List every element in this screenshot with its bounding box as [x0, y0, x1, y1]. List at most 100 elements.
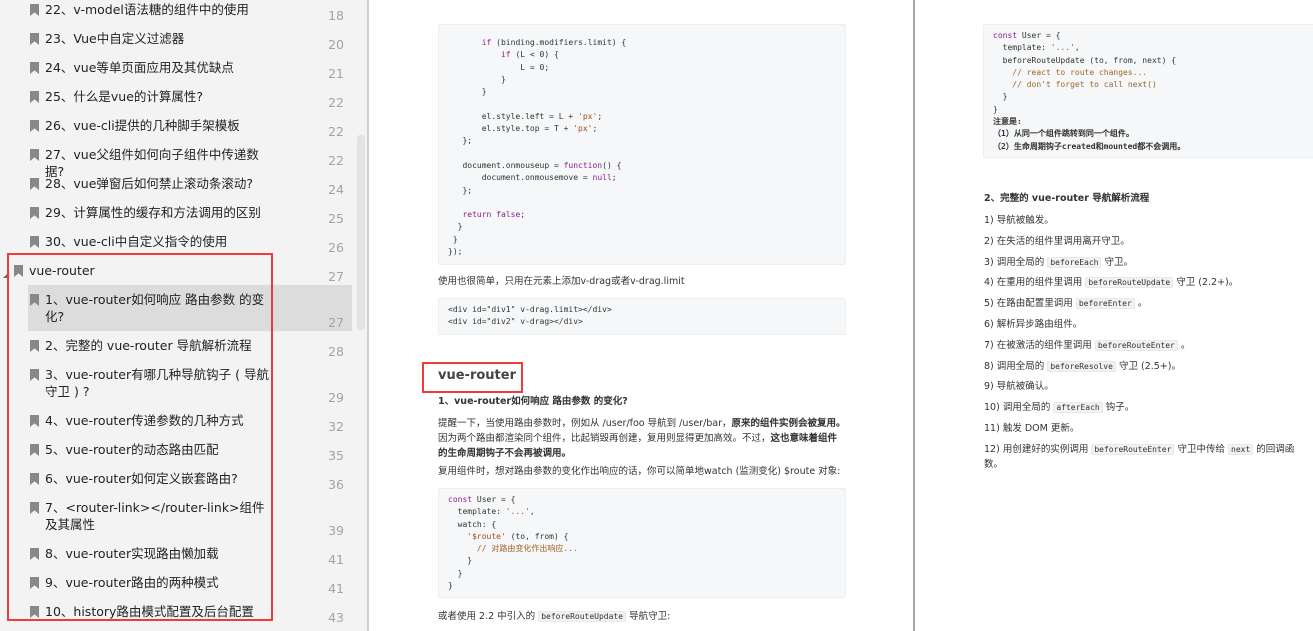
- code-block-usage: <div id="div1" v-drag.limit></div> <div i…: [438, 298, 846, 335]
- step-text: 1) 导航被触发。: [984, 215, 1054, 226]
- code-line: el.style.top = T + 'px';: [448, 124, 598, 134]
- code-line: L = 0;: [448, 62, 550, 72]
- nav-step: 10) 调用全局的 afterEach 钩子。: [984, 400, 1134, 415]
- nav-step: 3) 调用全局的 beforeEach 守卫。: [984, 255, 1133, 270]
- step-text: 钩子。: [1105, 402, 1135, 414]
- sidebar-divider[interactable]: [367, 0, 369, 631]
- step-text: 。: [1137, 298, 1148, 310]
- nav-step: 9) 导航被确认。: [984, 379, 1054, 394]
- step-text: 守卫 (2.2+)。: [1176, 277, 1239, 289]
- code-line: }: [448, 556, 473, 566]
- code-line: const User = {: [448, 495, 516, 504]
- code-line: }: [448, 222, 463, 232]
- code-block-watch: const User = { template: '...', watch: {…: [438, 488, 846, 598]
- bookmark-page-number: 27: [328, 269, 344, 284]
- step-text: 2) 在失活的组件里调用离开守卫。: [984, 235, 1130, 247]
- bookmark-page-number: 36: [328, 477, 344, 492]
- step-text: 。: [1180, 339, 1191, 351]
- bookmark-item[interactable]: 24、vue等单页面应用及其优缺点 21: [0, 53, 352, 82]
- bookmark-item[interactable]: 23、Vue中自定义过滤器 20: [0, 24, 352, 53]
- nav-step: 12) 用创建好的实例调用 beforeRouteEnter 守卫中传给 nex…: [984, 442, 1313, 472]
- bookmark-page-number: 27: [328, 315, 344, 330]
- bookmark-page-number: 41: [328, 581, 344, 596]
- step-text: 6) 解析异步路由组件。: [984, 319, 1083, 330]
- nav-step: 1) 导航被触发。: [984, 213, 1054, 228]
- code-line: }: [448, 581, 453, 591]
- code-line: beforeRouteUpdate (to, from, next) {: [993, 55, 1177, 65]
- bookmark-page-number: 24: [328, 182, 344, 197]
- inline-code: beforeResolve: [1047, 360, 1116, 372]
- question-title: 1、vue-router如何响应 路由参数 的变化?: [438, 396, 628, 407]
- bookmark-page-number: 29: [328, 390, 344, 405]
- code-line: '$route' (to, from) {: [467, 531, 569, 541]
- bookmark-icon: [30, 207, 39, 219]
- bookmark-icon: [30, 91, 39, 103]
- code-line: watch: {: [448, 519, 497, 529]
- para-text: 导航守卫:: [629, 611, 671, 622]
- bookmark-label: 24、vue等单页面应用及其优缺点: [45, 60, 234, 75]
- bookmark-icon: [30, 178, 39, 190]
- step-text: 守卫中传给: [1177, 443, 1225, 455]
- step-text: 8) 调用全局的: [984, 360, 1045, 372]
- bookmark-label: 25、什么是vue的计算属性?: [45, 89, 204, 104]
- inline-code: beforeRouteEnter: [1091, 443, 1175, 455]
- step-text: 4) 在重用的组件里调用: [984, 277, 1083, 289]
- bookmark-item[interactable]: 27、vue父组件如何向子组件中传递数据? 22: [0, 140, 352, 179]
- bookmark-item[interactable]: 29、计算属性的缓存和方法调用的区别 25: [0, 198, 352, 227]
- bookmark-label: 28、vue弹窗后如何禁止滚动条滚动?: [45, 176, 254, 191]
- paragraph-before-route-update: 或者使用 2.2 中引入的 beforeRouteUpdate 导航守卫:: [438, 609, 670, 624]
- para-text: 提醒一下，当使用路由参数时，例如从 /user/foo 导航到 /user/ba…: [438, 418, 732, 429]
- bookmark-icon: [30, 4, 39, 16]
- bookmark-icon: [30, 149, 39, 161]
- code-line: };: [448, 185, 473, 195]
- bookmark-page-number: 39: [328, 523, 344, 538]
- step-text: 5) 在路由配置里调用: [984, 298, 1073, 310]
- code-note: 注意是:: [993, 117, 1022, 127]
- bookmark-page-number: 35: [328, 448, 344, 463]
- usage-text: 使用也很简单，只用在元素上添加v-drag或者v-drag.limit: [438, 276, 685, 287]
- highlight-box-heading: [422, 362, 523, 393]
- code-block-before-route-update: const User = { template: '...', beforeRo…: [983, 24, 1313, 158]
- code-line: // 对路由变化作出响应...: [448, 544, 578, 554]
- step-text: 守卫。: [1104, 256, 1134, 268]
- bookmark-page-number: 41: [328, 552, 344, 567]
- bookmark-label: 30、vue-cli中自定义指令的使用: [45, 234, 228, 249]
- para-bold: 原来的组件实例会被复用。: [731, 418, 846, 429]
- inline-code: beforeRouteUpdate: [538, 611, 627, 622]
- code-line: }: [993, 104, 998, 114]
- bookmark-page-number: 18: [328, 8, 344, 23]
- bookmark-page-number: 20: [328, 37, 344, 52]
- sidebar-scrollbar-thumb[interactable]: [357, 135, 365, 330]
- code-line: };: [448, 136, 473, 146]
- bookmark-item[interactable]: 25、什么是vue的计算属性? 22: [0, 82, 352, 111]
- bookmark-page-number: 22: [328, 124, 344, 139]
- inline-code: beforeEach: [1047, 256, 1102, 268]
- bookmark-item[interactable]: 26、vue-cli提供的几种脚手架模板 22: [0, 111, 352, 140]
- code-line: }: [993, 92, 1008, 102]
- code-line: <div id="div2" v-drag></div>: [448, 317, 583, 327]
- para-text: 或者使用 2.2 中引入的: [438, 611, 536, 622]
- bookmark-icon: [30, 236, 39, 248]
- bookmark-page-number: 22: [328, 153, 344, 168]
- bookmark-page-number: 22: [328, 95, 344, 110]
- code-line: template: '...',: [993, 43, 1080, 53]
- bookmark-page-number: 28: [328, 344, 344, 359]
- inline-code: afterEach: [1053, 402, 1103, 414]
- bookmark-item[interactable]: 28、vue弹窗后如何禁止滚动条滚动? 24: [0, 169, 352, 198]
- inline-code: beforeRouteEnter: [1094, 339, 1178, 351]
- nav-step: 6) 解析异步路由组件。: [984, 317, 1082, 332]
- inline-code: next: [1228, 443, 1254, 455]
- bookmark-label: 23、Vue中自定义过滤器: [45, 31, 185, 46]
- nav-step: 2) 在失活的组件里调用离开守卫。: [984, 234, 1130, 249]
- highlight-box-sidebar: [7, 253, 273, 621]
- bookmark-icon: [30, 120, 39, 132]
- code-note: （1）从同一个组件跳转到同一个组件。: [993, 129, 1134, 139]
- code-line: el.style.left = L + 'px';: [448, 111, 603, 121]
- code-line: // don't forget to call next(): [993, 80, 1157, 90]
- inline-code: beforeEnter: [1075, 298, 1135, 310]
- code-block-drag: if (binding.modifiers.limit) { if (L < 0…: [438, 24, 846, 265]
- bookmark-item[interactable]: 30、vue-cli中自定义指令的使用 26: [0, 227, 352, 256]
- bookmark-item[interactable]: 22、v-model语法糖的组件中的使用 18: [0, 0, 352, 24]
- question-title-2: 2、完整的 vue-router 导航解析流程: [984, 193, 1150, 204]
